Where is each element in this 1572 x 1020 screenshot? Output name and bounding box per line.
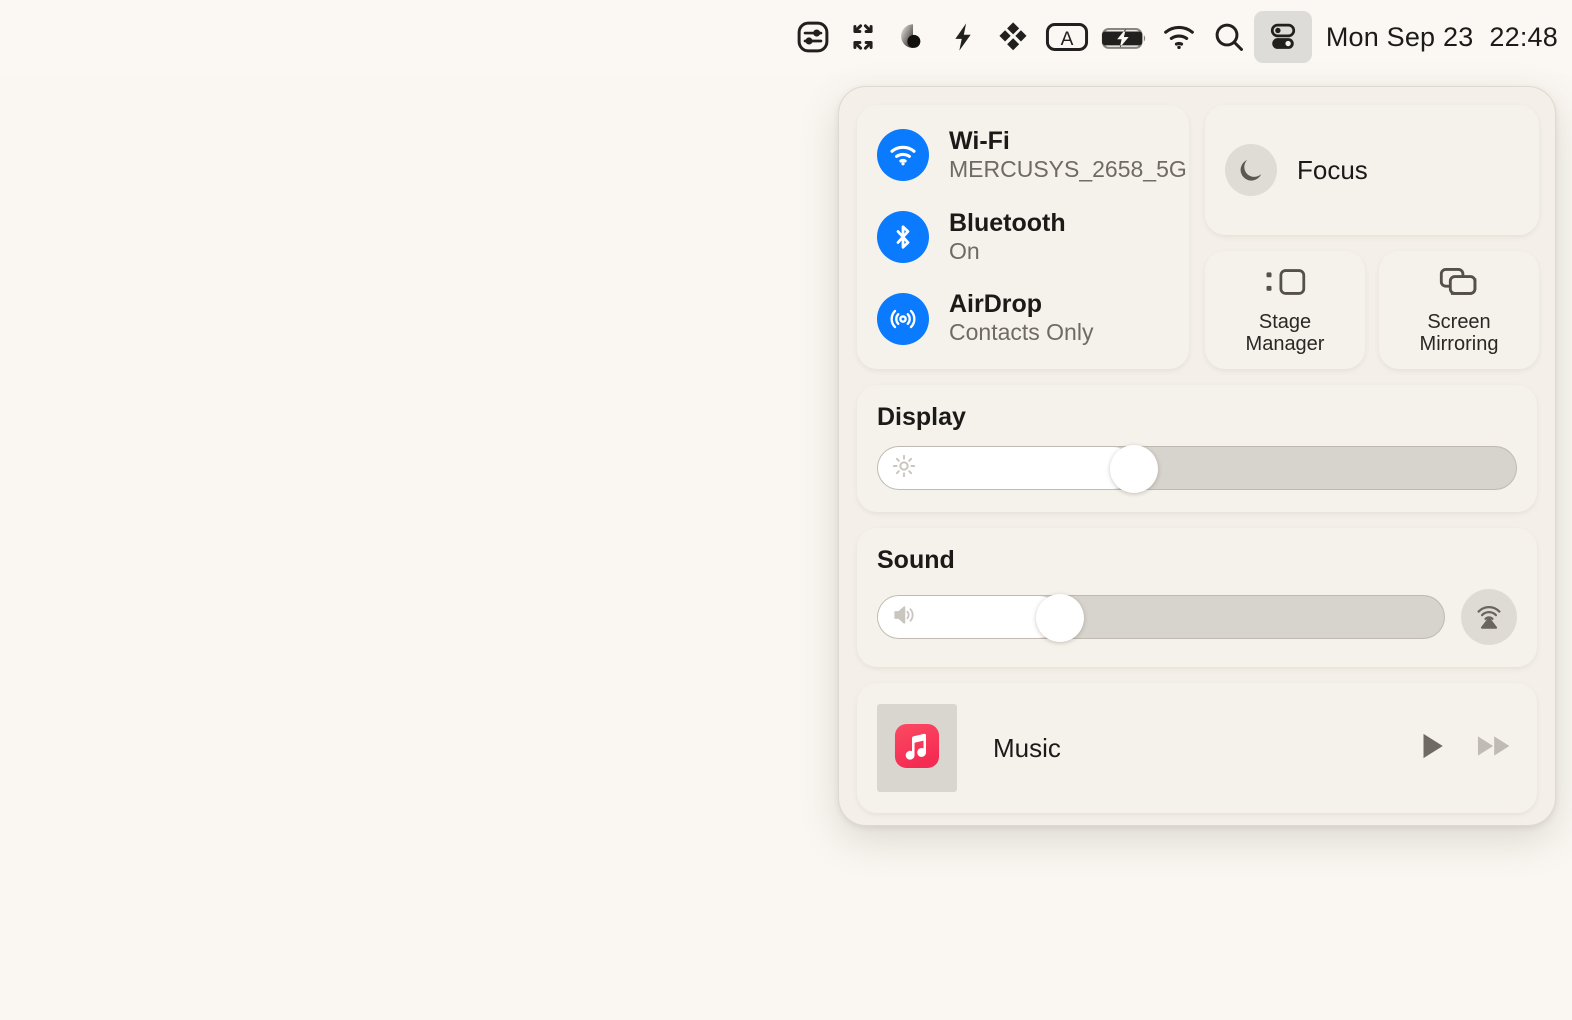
display-title: Display	[877, 403, 966, 431]
apple-music-icon	[894, 723, 940, 774]
display-brightness-slider[interactable]	[877, 445, 1517, 493]
wifi-icon[interactable]	[877, 129, 929, 182]
bluetooth-title: Bluetooth	[949, 208, 1066, 237]
control-center-tile-row: Stage Manager Screen Mirroring	[1205, 251, 1539, 369]
controls-slider-icon[interactable]	[788, 11, 838, 63]
search-icon[interactable]	[1204, 11, 1254, 63]
display-card: Display	[857, 385, 1537, 512]
svg-text:A: A	[1060, 29, 1073, 50]
airdrop-row[interactable]: AirDrop Contacts Only	[877, 290, 1169, 347]
music-artwork	[877, 704, 957, 792]
menu-bar-clock[interactable]: Mon Sep 23 22:48	[1326, 22, 1558, 53]
screen-mirroring-label: Screen Mirroring	[1419, 310, 1499, 355]
brightness-sun-icon	[891, 453, 917, 484]
input-source-a-icon[interactable]: A	[1038, 11, 1096, 63]
airplay-icon[interactable]	[1461, 589, 1517, 645]
music-card: Music	[857, 683, 1537, 813]
airdrop-icon[interactable]	[877, 292, 929, 345]
control-center-panel: Wi-Fi MERCUSYS_2658_5G Bluetooth On AirD…	[838, 86, 1556, 826]
wifi-title: Wi-Fi	[949, 127, 1010, 155]
wifi-row[interactable]: Wi-Fi MERCUSYS_2658_5G	[877, 127, 1187, 184]
screen-mirroring-icon	[1438, 265, 1480, 304]
music-transport-controls	[1415, 729, 1515, 768]
fast-forward-icon[interactable]	[1475, 729, 1515, 768]
moon-icon	[1225, 144, 1277, 196]
sound-slider-fill	[878, 596, 1060, 638]
sound-slider-thumb[interactable]	[1035, 594, 1084, 642]
stage-manager-label: Stage Manager	[1245, 310, 1325, 355]
airdrop-status: Contacts Only	[949, 319, 1094, 346]
bluetooth-icon[interactable]	[877, 211, 929, 263]
speaker-icon	[891, 602, 919, 633]
clock-time: 22:48	[1489, 21, 1558, 52]
sound-title: Sound	[877, 546, 955, 574]
bluetooth-row[interactable]: Bluetooth On	[877, 209, 1169, 266]
dark-mode-circle-icon[interactable]	[888, 11, 938, 63]
battery-charging-icon[interactable]	[1096, 11, 1154, 63]
play-icon[interactable]	[1415, 729, 1449, 768]
music-app-name: Music	[993, 732, 1061, 763]
sound-volume-slider[interactable]	[877, 594, 1445, 642]
wifi-status: MERCUSYS_2658_5G	[949, 156, 1187, 182]
control-center-top-row: Wi-Fi MERCUSYS_2658_5G Bluetooth On AirD…	[857, 105, 1539, 369]
dropbox-diamonds-icon[interactable]	[988, 11, 1038, 63]
focus-label: Focus	[1297, 154, 1368, 185]
wifi-icon[interactable]	[1154, 11, 1204, 63]
lightning-bolt-icon[interactable]	[938, 11, 988, 63]
focus-card[interactable]: Focus	[1205, 105, 1539, 235]
display-slider-thumb[interactable]	[1110, 445, 1158, 493]
display-slider-fill	[878, 447, 1134, 489]
menu-bar: A Mon Sep 23 22:48	[0, 0, 1572, 74]
sound-card: Sound	[857, 528, 1537, 667]
control-center-right-column: Focus Stage Manager Screen Mirroring	[1205, 105, 1539, 369]
clock-date: Mon Sep 23	[1325, 21, 1474, 52]
sound-slider-row	[877, 589, 1517, 645]
screen-mirroring-tile[interactable]: Screen Mirroring	[1379, 251, 1539, 369]
control-center-icon[interactable]	[1253, 11, 1312, 63]
airdrop-title: AirDrop	[949, 290, 1043, 319]
bluetooth-status: On	[949, 237, 980, 264]
collapse-arrows-icon[interactable]	[838, 11, 888, 63]
stage-manager-icon	[1263, 265, 1307, 304]
stage-manager-tile[interactable]: Stage Manager	[1205, 251, 1365, 369]
connectivity-card: Wi-Fi MERCUSYS_2658_5G Bluetooth On AirD…	[857, 105, 1189, 369]
display-slider-row	[877, 445, 1517, 493]
